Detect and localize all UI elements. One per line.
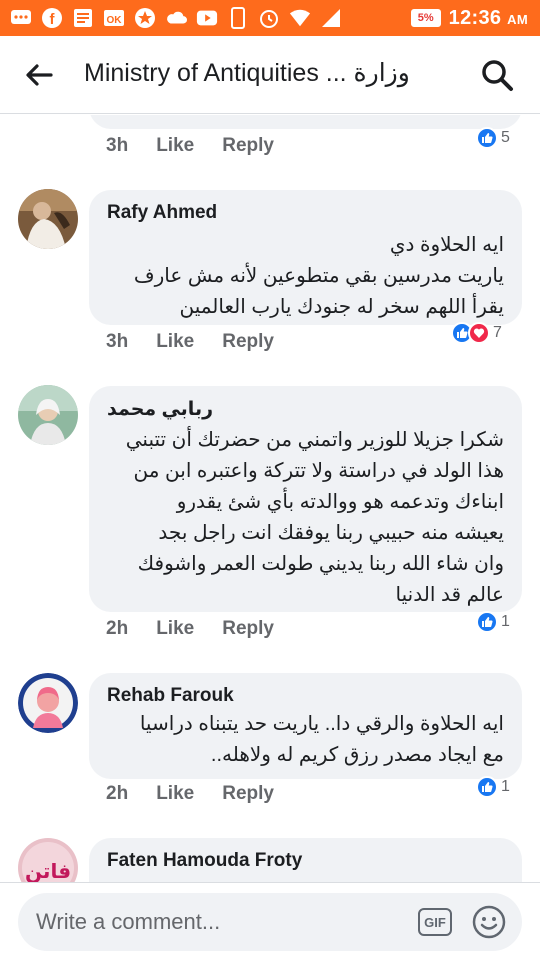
reaction-summary[interactable]: 1: [476, 611, 510, 633]
battery-indicator: 5%: [410, 9, 441, 27]
clock: 12:36 AM: [449, 7, 528, 30]
signal-icon: [320, 7, 342, 29]
comment-actions: 2h Like Reply: [106, 783, 302, 805]
like-button[interactable]: Like: [156, 331, 194, 353]
comment-actions: 3h Like Reply: [106, 331, 302, 353]
reaction-summary[interactable]: 7: [451, 322, 502, 344]
reaction-count: 1: [501, 778, 510, 795]
messages-icon: [10, 7, 32, 29]
comment-line: هذا الولد في دراستة ولا تتركة واعتبره اب…: [133, 460, 504, 482]
phone-icon: [227, 7, 249, 29]
status-bar: f OK 5% 12:36 AM: [0, 0, 540, 36]
avatar[interactable]: [18, 189, 78, 249]
notification-icons: f OK: [0, 7, 342, 29]
comment-actions: 3h Like Reply: [106, 135, 302, 157]
reaction-summary[interactable]: 5: [476, 127, 510, 149]
comment-bubble: ربابي محمد شكرا جزيلا للوزير واتمني من ح…: [89, 386, 522, 612]
comment-line: يقرأ اللهم سخر له جنودك يارب العالمين: [179, 296, 504, 318]
ok-icon: OK: [103, 7, 125, 29]
comment-line: عالم قد الدنيا: [395, 584, 504, 606]
comment-author[interactable]: Rehab Farouk: [107, 685, 504, 707]
reaction-summary[interactable]: 1: [476, 776, 510, 798]
avatar[interactable]: [18, 385, 78, 445]
comment-text: ايه الحلاوة دي ياريت مدرسين بقي متطوعين …: [107, 230, 504, 323]
svg-text:OK: OK: [107, 15, 123, 26]
reaction-count: 5: [501, 129, 510, 146]
wifi-icon: [289, 7, 311, 29]
facebook-icon: f: [41, 7, 63, 29]
comment-time: 2h: [106, 783, 129, 804]
comment-line: مع ايجاد مصدر رزق كريم له ولاهله..: [210, 744, 504, 766]
page-title: Ministry of Antiquities ... وزارة: [84, 59, 410, 87]
like-button[interactable]: Like: [156, 618, 194, 640]
gif-button[interactable]: GIF: [418, 908, 452, 936]
search-icon[interactable]: [480, 58, 514, 92]
comment-text: ايه الحلاوة والرقي دا.. ياريت حد يتبناه …: [107, 709, 504, 771]
comment-list[interactable]: 3h Like Reply 5 Rafy Ahmed ايه الحلاوة د…: [0, 115, 540, 882]
love-reaction-icon: [468, 322, 490, 344]
avatar[interactable]: فاتن: [18, 838, 78, 882]
comment-line: شكرا جزيلا للوزير واتمني من حضرتك أن تتب…: [125, 429, 504, 451]
reply-button[interactable]: Reply: [222, 331, 274, 353]
like-reaction-icon: [476, 611, 498, 633]
like-reaction-icon: [476, 127, 498, 149]
reaction-count: 1: [501, 613, 510, 630]
comment-line: ياريت مدرسين بقي متطوعين لأنه مش عارف: [133, 265, 504, 287]
comment-line: ايه الحلاوة والرقي دا.. ياريت حد يتبناه …: [139, 713, 504, 735]
comment-composer: Write a comment... GIF: [0, 882, 540, 960]
comment-line: ايه الحلاوة دي: [389, 234, 504, 256]
youtube-icon: [196, 7, 218, 29]
avatar[interactable]: [18, 673, 78, 733]
comment-line: وان شاء الله ربنا يديني طولت العمر واشوف…: [137, 553, 504, 575]
back-arrow-icon[interactable]: [24, 60, 54, 90]
reply-button[interactable]: Reply: [222, 618, 274, 640]
app-bar: Ministry of Antiquities ... وزارة: [0, 36, 540, 114]
clock-ampm: AM: [507, 11, 528, 27]
alarm-icon: [258, 7, 280, 29]
like-reaction-icon: [476, 776, 498, 798]
comment-actions: 2h Like Reply: [106, 618, 302, 640]
comment-time: 3h: [106, 135, 129, 156]
like-button[interactable]: Like: [156, 783, 194, 805]
comment-line: يعيشه منه حبيبي ربنا يوفقك انت راجل بجد: [158, 522, 504, 544]
comment-text: شكرا جزيلا للوزير واتمني من حضرتك أن تتب…: [107, 425, 504, 611]
reply-button[interactable]: Reply: [222, 135, 274, 157]
comment-bubble: Rehab Farouk ايه الحلاوة والرقي دا.. يار…: [89, 673, 522, 779]
soundcloud-icon: [165, 7, 187, 29]
star-icon: [134, 7, 156, 29]
reply-button[interactable]: Reply: [222, 783, 274, 805]
comment-author[interactable]: Rafy Ahmed: [107, 202, 504, 224]
reaction-count: 7: [493, 324, 502, 341]
comment-time: 2h: [106, 618, 129, 639]
comment-author[interactable]: Faten Hamouda Froty: [107, 850, 504, 872]
avatar-text: فاتن: [25, 859, 71, 882]
comment-bubble: Rafy Ahmed ايه الحلاوة دي ياريت مدرسين ب…: [89, 190, 522, 325]
clock-time: 12:36: [448, 6, 502, 29]
comment-author[interactable]: ربابي محمد: [107, 398, 504, 421]
news-icon: [72, 7, 94, 29]
comment-line: ابناءك وتدعمه هو ووالدته بأي شئ يقدرو: [176, 491, 504, 513]
comment-time: 3h: [106, 331, 129, 352]
like-button[interactable]: Like: [156, 135, 194, 157]
comment-bubble: Faten Hamouda Froty: [89, 838, 522, 882]
comment-input-placeholder: Write a comment...: [36, 909, 221, 934]
comment-input[interactable]: Write a comment... GIF: [18, 893, 522, 951]
comment-bubble: [89, 115, 522, 129]
emoji-icon[interactable]: [471, 904, 507, 940]
